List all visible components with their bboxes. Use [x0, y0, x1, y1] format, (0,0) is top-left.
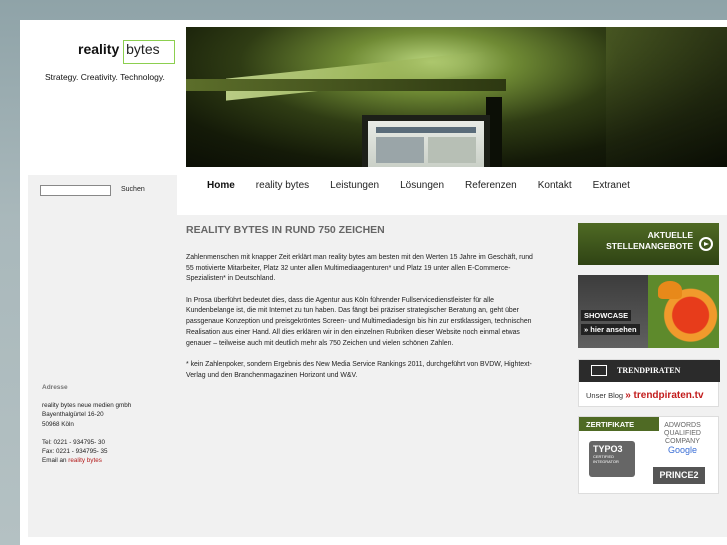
trendpiraten-banner[interactable]: TRENDPIRATEN Unser Blog » trendpiraten.t…: [578, 359, 720, 407]
nav-leistungen[interactable]: Leistungen: [330, 180, 379, 191]
blog-link[interactable]: » trendpiraten.tv: [625, 390, 703, 401]
address-line: Bayenthalgürtel 16-20: [42, 411, 104, 419]
nav-extranet[interactable]: Extranet: [593, 180, 630, 191]
adwords-line: QUALIFIED: [664, 430, 701, 437]
search-input[interactable]: [40, 185, 111, 196]
address-line: reality bytes neue medien gmbh: [42, 402, 132, 409]
typo3-badge: TYPO3 CERTIFIED INTEGRATOR: [589, 441, 635, 477]
paragraph: Zahlenmenschen mit knapper Zeit erklärt …: [186, 254, 533, 283]
adwords-badge: ADWORDS QUALIFIED COMPANY Google: [664, 422, 701, 455]
hero-screen-block: [376, 137, 424, 163]
main-nav: Home reality bytes Leistungen Lösungen R…: [186, 170, 727, 200]
nav-kontakt[interactable]: Kontakt: [538, 180, 572, 191]
pirate-flag-icon: [591, 365, 607, 376]
paragraph: In Prosa überführt bedeutet dies, dass d…: [186, 296, 532, 347]
prince2-badge: PRINCE2: [653, 467, 705, 484]
logo-boxed-word: bytes: [123, 40, 175, 64]
address-block: reality bytes neue medien gmbh Bayenthal…: [42, 401, 131, 466]
footnote: * kein Zahlenpoker, sondern Ergebnis des…: [186, 360, 532, 379]
address-email: Email an reality bytes: [42, 456, 131, 465]
typo3-sub: INTEGRATOR: [593, 459, 619, 464]
trendpiraten-logo: TRENDPIRATEN: [617, 366, 681, 375]
blog-prefix: Unser Blog: [586, 391, 624, 400]
intro-text: Zahlenmenschen mit knapper Zeit erklärt …: [186, 253, 536, 392]
showcase-title: SHOWCASE: [581, 310, 632, 321]
left-column: [28, 175, 177, 537]
hero-shelf: [186, 79, 506, 91]
address-line: 50968 Köln: [42, 420, 74, 428]
jobs-line2: STELLENANGEBOTE: [606, 241, 693, 251]
hero-screen-block: [428, 137, 476, 163]
trendpiraten-header: TRENDPIRATEN: [579, 360, 720, 382]
jobs-banner[interactable]: AKTUELLE STELLENANGEBOTE: [578, 223, 719, 265]
hero-glass: [606, 27, 727, 167]
showcase-link[interactable]: » hier ansehen: [581, 324, 640, 335]
hero-monitor-screen: [368, 121, 484, 167]
hero-light-beam: [226, 51, 486, 101]
certificates-title: ZERTIFIKATE: [579, 417, 659, 431]
search-button[interactable]: Suchen: [121, 186, 145, 193]
address-gap: [42, 429, 131, 438]
page: reality bytes Strategy. Creativity. Tech…: [20, 20, 727, 545]
nav-referenzen[interactable]: Referenzen: [465, 180, 517, 191]
showcase-banner[interactable]: SHOWCASE » hier ansehen: [578, 275, 719, 348]
logo-brand: reality: [78, 41, 120, 57]
adwords-line: ADWORDS: [664, 422, 701, 429]
email-prefix: Email an: [42, 457, 67, 465]
hero-image: [186, 27, 727, 167]
certificates-box: ZERTIFIKATE TYPO3 CERTIFIED INTEGRATOR A…: [578, 416, 719, 494]
google-logo: Google: [667, 445, 697, 455]
typo3-label: TYPO3: [593, 444, 623, 454]
address-title: Adresse: [42, 384, 68, 391]
address-fax: Fax: 0221 - 934795- 35: [42, 448, 108, 456]
nav-reality-bytes[interactable]: reality bytes: [256, 180, 309, 191]
email-link[interactable]: reality bytes: [68, 457, 102, 464]
hero-screen-bar: [376, 127, 476, 133]
nav-home[interactable]: Home: [207, 180, 235, 191]
butterfly-image: [658, 281, 682, 299]
nav-loesungen[interactable]: Lösungen: [400, 180, 444, 191]
jobs-line1: AKTUELLE: [647, 230, 693, 240]
address-tel: Tel: 0221 - 934795- 30: [42, 438, 106, 446]
page-title: REALITY BYTES IN RUND 750 ZEICHEN: [186, 224, 385, 236]
logo[interactable]: reality bytes: [78, 40, 175, 64]
blog-line: Unser Blog » trendpiraten.tv: [586, 390, 704, 401]
tagline: Strategy. Creativity. Technology.: [45, 72, 165, 82]
arrow-right-icon: [699, 237, 713, 251]
